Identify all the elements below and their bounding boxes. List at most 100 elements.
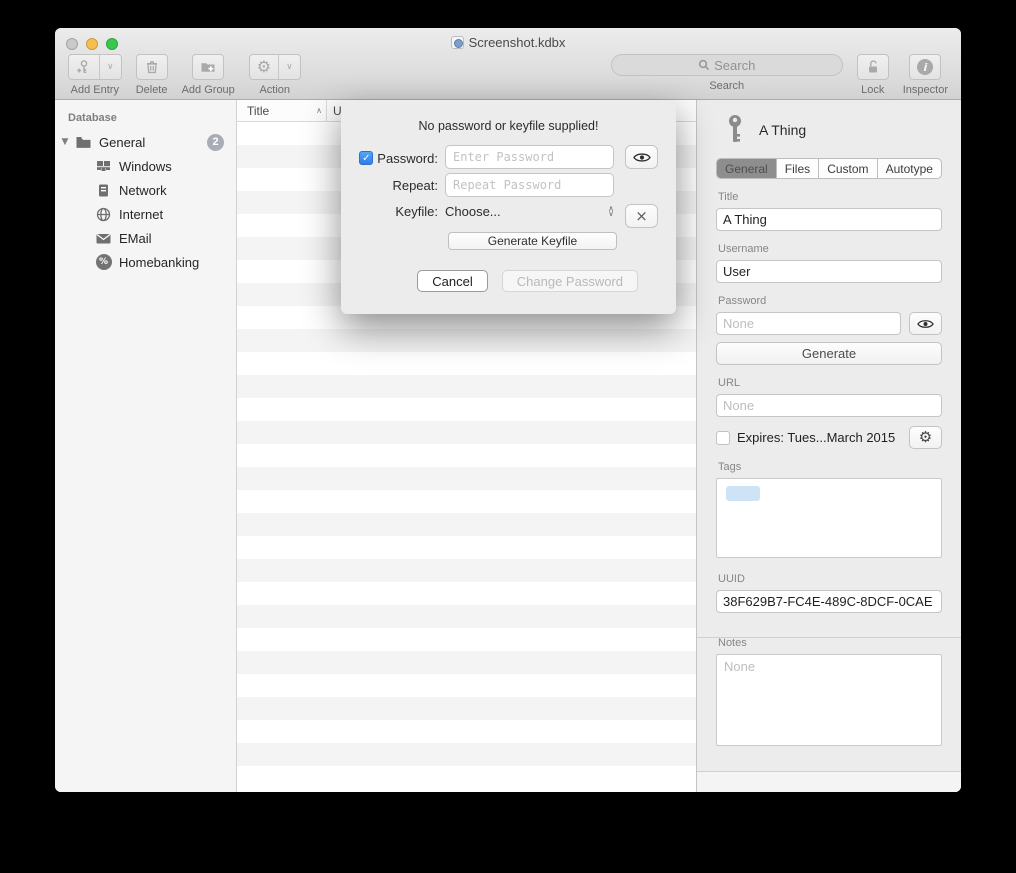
server-icon	[95, 182, 112, 199]
sidebar-item-windows[interactable]: Windows	[55, 154, 236, 178]
add-entry-button[interactable]: ∨	[68, 54, 122, 80]
sidebar-item-homebanking[interactable]: % Homebanking	[55, 250, 236, 274]
tags-box[interactable]	[716, 478, 942, 558]
repeat-row: Repeat:	[341, 173, 614, 197]
table-row[interactable]	[237, 743, 696, 766]
unlocked-padlock-icon	[858, 55, 888, 79]
cancel-button[interactable]: Cancel	[417, 270, 487, 292]
content-area: Database ▼ General 2 Windows	[55, 100, 961, 792]
table-row[interactable]	[237, 421, 696, 444]
generate-keyfile-button[interactable]: Generate Keyfile	[448, 232, 617, 250]
inspector-label: Inspector	[903, 84, 948, 96]
generate-password-button[interactable]: Generate	[716, 342, 942, 365]
uuid-field[interactable]	[716, 590, 942, 613]
info-icon: i	[910, 55, 940, 79]
title-field-label: Title	[718, 191, 942, 203]
sidebar-item-label: EMail	[119, 231, 152, 246]
sheet-buttons: Cancel Change Password	[417, 270, 638, 292]
inspector-header: A Thing	[716, 100, 942, 158]
sidebar-item-internet[interactable]: Internet	[55, 202, 236, 226]
table-row[interactable]	[237, 375, 696, 398]
eye-icon	[917, 318, 934, 330]
notes-field[interactable]	[716, 654, 942, 746]
table-row[interactable]	[237, 559, 696, 582]
globe-icon	[95, 206, 112, 223]
toolbar-item-delete: Delete	[136, 54, 168, 96]
clear-keyfile-button[interactable]: ×	[625, 204, 658, 228]
delete-button[interactable]	[136, 54, 168, 80]
entry-count-badge: 2	[207, 134, 224, 151]
table-row[interactable]	[237, 651, 696, 674]
toolbar-item-search: Search Search	[611, 54, 843, 92]
disclosure-triangle-icon[interactable]: ▼	[55, 137, 75, 147]
change-password-button[interactable]: Change Password	[502, 270, 638, 292]
change-password-sheet: No password or keyfile supplied! ✓ Passw…	[341, 100, 676, 314]
action-button[interactable]: ⚙ ∨	[249, 54, 301, 80]
enter-password-input[interactable]	[445, 145, 614, 169]
table-row[interactable]	[237, 398, 696, 421]
table-row[interactable]	[237, 720, 696, 743]
add-group-label: Add Group	[182, 84, 235, 96]
password-field[interactable]	[716, 312, 901, 335]
sidebar-item-label: Windows	[119, 159, 172, 174]
tab-autotype[interactable]: Autotype	[878, 159, 941, 178]
inspector-footer	[697, 771, 961, 792]
table-row[interactable]	[237, 605, 696, 628]
add-group-button[interactable]	[192, 54, 224, 80]
show-password-button[interactable]	[625, 145, 658, 169]
sidebar-item-network[interactable]: Network	[55, 178, 236, 202]
search-label: Search	[709, 80, 744, 92]
table-row[interactable]	[237, 766, 696, 789]
username-field[interactable]	[716, 260, 942, 283]
expires-row: Expires: Tues...March 2015 ⚙	[716, 426, 942, 449]
folder-plus-icon	[193, 55, 223, 79]
chevron-down-icon[interactable]: ∨	[99, 55, 121, 79]
key-icon	[724, 114, 746, 146]
table-row[interactable]	[237, 674, 696, 697]
reveal-password-button[interactable]	[909, 312, 942, 335]
search-input[interactable]: Search	[611, 54, 843, 76]
table-row[interactable]	[237, 352, 696, 375]
expires-checkbox[interactable]	[716, 431, 730, 445]
uuid-label: UUID	[718, 573, 942, 585]
table-row[interactable]	[237, 536, 696, 559]
repeat-password-input[interactable]	[445, 173, 614, 197]
table-row[interactable]	[237, 697, 696, 720]
lock-label: Lock	[861, 84, 884, 96]
tab-custom[interactable]: Custom	[819, 159, 877, 178]
sidebar-item-email[interactable]: EMail	[55, 226, 236, 250]
url-field[interactable]	[716, 394, 942, 417]
table-row[interactable]	[237, 329, 696, 352]
search-icon	[698, 59, 710, 71]
sidebar-group-general[interactable]: ▼ General 2	[55, 130, 236, 154]
lock-button[interactable]	[857, 54, 889, 80]
trash-icon	[137, 55, 167, 79]
notes-label: Notes	[718, 637, 942, 649]
tab-files[interactable]: Files	[777, 159, 819, 178]
add-entry-label: Add Entry	[71, 84, 119, 96]
chevron-down-icon[interactable]: ∨	[278, 55, 300, 79]
password-field-label: Password	[718, 295, 942, 307]
sidebar-section-header: Database	[55, 108, 236, 130]
sidebar-item-label: Internet	[119, 207, 163, 222]
column-header-title[interactable]: Title ∧	[237, 100, 327, 121]
title-field[interactable]	[716, 208, 942, 231]
tags-label: Tags	[718, 461, 942, 473]
table-row[interactable]	[237, 582, 696, 605]
table-row[interactable]	[237, 490, 696, 513]
tag-pill[interactable]	[726, 486, 760, 501]
inspector-button[interactable]: i	[909, 54, 941, 80]
toolbar-item-inspector: i Inspector	[903, 54, 948, 96]
url-field-label: URL	[718, 377, 942, 389]
gear-icon: ⚙	[250, 55, 278, 79]
tab-general[interactable]: General	[717, 159, 777, 178]
password-checkbox[interactable]: ✓	[359, 151, 373, 165]
keyfile-popup[interactable]: Choose... ∧∨	[445, 204, 614, 219]
toolbar-item-action: ⚙ ∨ Action	[249, 54, 301, 96]
table-row[interactable]	[237, 628, 696, 651]
table-row[interactable]	[237, 467, 696, 490]
table-row[interactable]	[237, 513, 696, 536]
expires-settings-button[interactable]: ⚙	[909, 426, 942, 449]
table-row[interactable]	[237, 444, 696, 467]
toolbar-item-add-entry: ∨ Add Entry	[68, 54, 122, 96]
